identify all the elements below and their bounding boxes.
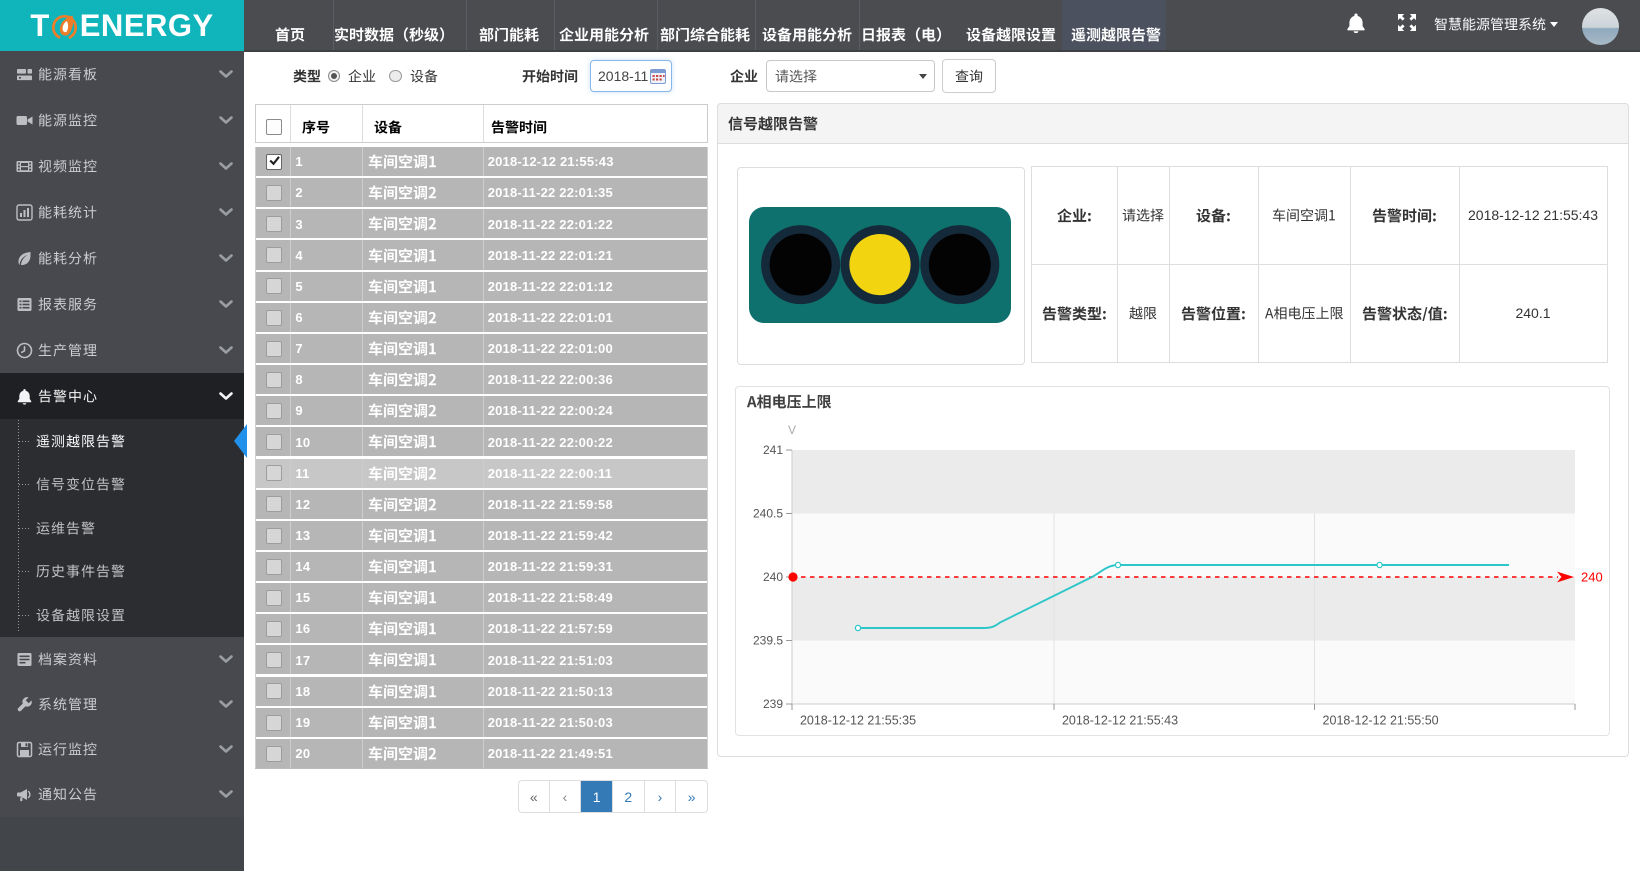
svg-text:240: 240 xyxy=(1581,570,1603,585)
svg-text:240.5: 240.5 xyxy=(753,507,783,521)
svg-text:V: V xyxy=(788,423,796,437)
svg-text:239: 239 xyxy=(763,697,783,711)
svg-text:2018-12-12 21:55:50: 2018-12-12 21:55:50 xyxy=(1323,714,1439,728)
svg-text:2018-12-12 21:55:43: 2018-12-12 21:55:43 xyxy=(1062,714,1178,728)
svg-text:241: 241 xyxy=(763,443,783,457)
svg-text:240: 240 xyxy=(763,570,783,584)
svg-text:239.5: 239.5 xyxy=(753,634,783,648)
svg-text:2018-12-12 21:55:35: 2018-12-12 21:55:35 xyxy=(800,714,916,728)
